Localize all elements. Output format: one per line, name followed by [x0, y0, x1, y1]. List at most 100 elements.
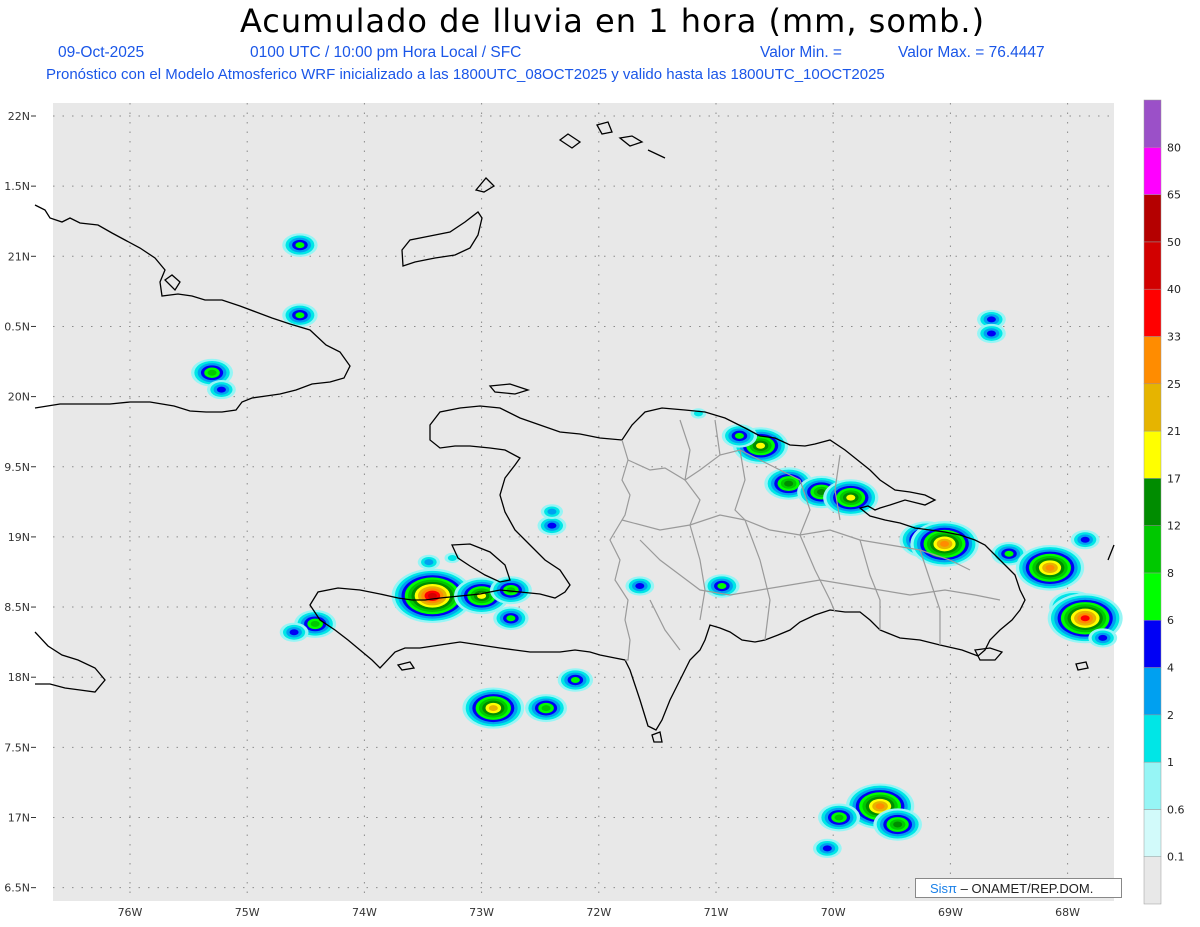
rain-cell: [207, 379, 236, 400]
rain-contour: [427, 592, 437, 599]
colorbar-label: 6: [1167, 614, 1174, 627]
colorbar-swatch: [1143, 430, 1162, 479]
colorbar-swatch: [1143, 241, 1162, 290]
rain-contour: [310, 620, 320, 627]
lat-label: 19N: [8, 531, 30, 544]
rain-contour: [986, 316, 996, 323]
rain-cell: [282, 233, 318, 257]
lat-label: 20N: [8, 391, 30, 404]
lat-label: 17N: [8, 812, 30, 825]
lon-label: 73W: [469, 906, 494, 919]
colorbar-swatch: [1143, 383, 1162, 432]
rain-cell: [417, 554, 440, 570]
rain-cell: [625, 576, 655, 596]
lat-label: 6.5N: [4, 882, 30, 895]
rain-contour: [1080, 536, 1090, 543]
rain-contour: [547, 522, 557, 529]
rain-cell: [462, 687, 525, 729]
rainfall-map: 22N 1.5N 21N 0.5N 20N 9.5N 19N 8.5N 18N …: [4, 99, 1185, 919]
lat-label: 22N: [8, 110, 30, 123]
rain-cell: [812, 838, 842, 858]
colorbar-label: 12: [1167, 520, 1181, 533]
rain-contour: [295, 242, 305, 249]
lon-label: 70W: [821, 906, 846, 919]
lat-label: 1.5N: [4, 180, 30, 193]
rain-contour: [1045, 564, 1055, 571]
rain-contour: [893, 821, 903, 828]
colorbar-labels: 0.1 0.6 1 2 4 6 8 12 17 21 25 33 40 50 6…: [1167, 141, 1185, 863]
rain-contour: [570, 677, 580, 684]
lat-labels: 22N 1.5N 21N 0.5N 20N 9.5N 19N 8.5N 18N …: [4, 110, 36, 895]
rain-contour: [295, 312, 305, 319]
lat-label: 21N: [8, 250, 30, 263]
lon-label: 75W: [235, 906, 260, 919]
colorbar-label: 4: [1167, 662, 1174, 675]
rain-contour: [1004, 550, 1014, 557]
lat-label: 9.5N: [4, 461, 30, 474]
rain-cell: [690, 408, 707, 419]
colorbar-label: 8: [1167, 567, 1174, 580]
colorbar-swatch: [1143, 761, 1162, 810]
lon-label: 68W: [1055, 906, 1080, 919]
rain-contour: [541, 705, 551, 712]
rain-contour: [940, 540, 950, 547]
rain-contour: [488, 705, 498, 712]
rain-cell: [557, 668, 594, 692]
rain-cell: [1015, 544, 1085, 591]
rain-cell: [1088, 628, 1118, 648]
sisp-logo: Sisπ: [930, 881, 958, 896]
lat-label: 18N: [8, 671, 30, 684]
colorbar-swatch: [1143, 194, 1162, 243]
colorbar-label: 65: [1167, 189, 1181, 202]
rain-contour: [717, 583, 727, 590]
rain-contour: [834, 814, 844, 821]
rain-contour: [1080, 615, 1090, 622]
colorbar-swatch: [1143, 147, 1162, 195]
colorbar-swatch: [1143, 478, 1162, 526]
colorbar-swatch: [1143, 856, 1162, 905]
lon-label: 69W: [938, 906, 963, 919]
rain-contour: [734, 432, 744, 439]
rain-cell: [525, 694, 568, 723]
colorbar-swatch: [1143, 99, 1162, 148]
lon-label: 71W: [704, 906, 729, 919]
colorbar-swatch: [1143, 619, 1162, 668]
colorbar-label: 0.1: [1167, 851, 1185, 864]
colorbar-swatch: [1143, 288, 1162, 337]
colorbar-swatch: [1143, 336, 1162, 385]
rain-cell: [977, 323, 1006, 344]
colorbar-label: 1: [1167, 756, 1174, 769]
rain-contour: [289, 629, 299, 636]
lon-labels: 76W 75W 74W 73W 72W 71W 70W 69W 68W: [118, 906, 1081, 919]
rain-cell: [823, 479, 879, 517]
rain-cell: [540, 504, 564, 520]
rain-cell: [493, 606, 529, 631]
lat-label: 0.5N: [4, 320, 30, 333]
map-background: [53, 103, 1114, 901]
colorbar-swatch: [1143, 572, 1162, 621]
colorbar: [1143, 99, 1162, 905]
rain-contour: [506, 615, 516, 622]
colorbar-label: 17: [1167, 472, 1181, 485]
rain-cell: [873, 808, 922, 841]
rain-contour: [822, 845, 832, 852]
rain-contour: [207, 369, 217, 376]
rain-contour: [547, 508, 557, 515]
lat-label: 7.5N: [4, 741, 30, 754]
rain-cell: [1070, 530, 1100, 550]
colorbar-swatch: [1143, 667, 1162, 716]
colorbar-label: 80: [1167, 141, 1181, 154]
rain-contour: [635, 583, 645, 590]
colorbar-label: 40: [1167, 283, 1181, 296]
rain-contour: [784, 480, 794, 487]
rain-contour: [447, 554, 457, 561]
lon-label: 72W: [586, 906, 611, 919]
rain-contour: [424, 559, 434, 566]
rain-cell: [721, 424, 758, 448]
rain-contour: [216, 386, 226, 393]
lon-label: 74W: [352, 906, 377, 919]
rain-contour: [875, 803, 885, 810]
rain-contour: [846, 494, 856, 501]
rain-cell: [910, 521, 979, 567]
colorbar-label: 33: [1167, 330, 1181, 343]
